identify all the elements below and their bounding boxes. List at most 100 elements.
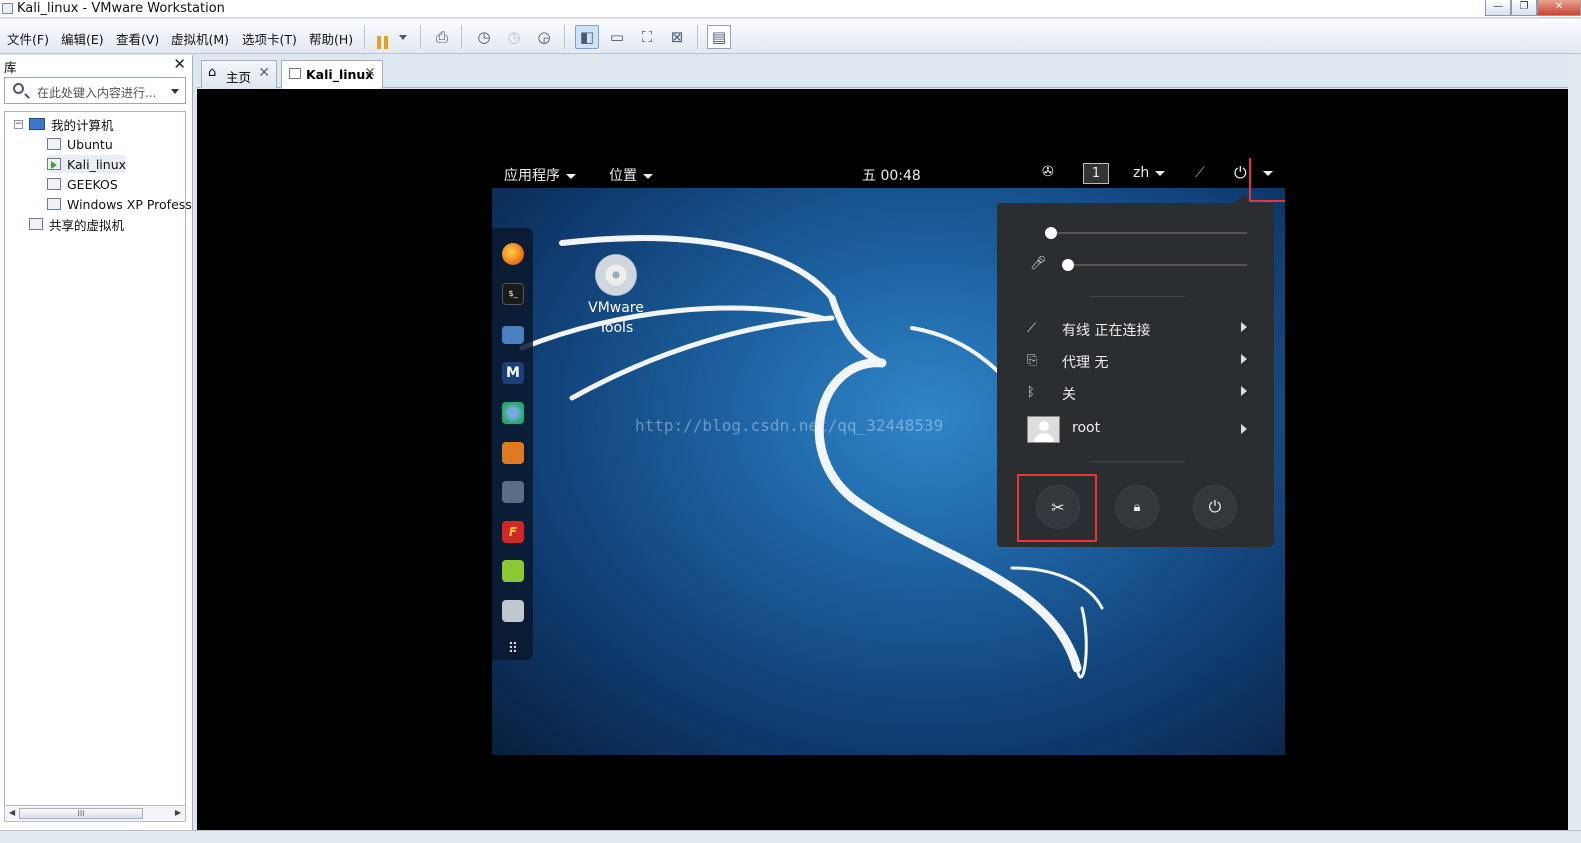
power-off-button[interactable]: ⏻ [1193,485,1237,529]
chevron-down-icon[interactable] [171,89,179,94]
vm-icon [47,138,61,150]
proxy-label: 代理 无 [1062,355,1109,371]
gnome-top-bar: 应用程序 位置 五 00:48 ✇ 1 zh ⟋ ⏻ [492,158,1285,188]
chevron-right-icon [1241,322,1247,332]
tree-item-label: 我的计算机 [51,117,114,133]
tree-item-my-computer[interactable]: 我的计算机 [29,115,114,133]
close-tab-icon[interactable]: ✕ [364,65,376,81]
tree-item-geekos[interactable]: GEEKOS [47,175,118,193]
pause-button[interactable] [372,25,412,49]
restore-button[interactable]: ❐ [1511,0,1537,16]
microphone-slider-knob[interactable] [1062,259,1074,271]
places-menu[interactable]: 位置 [609,165,653,185]
console-view-button[interactable]: ▤ [707,25,731,49]
vmware-logo-icon [2,3,13,14]
running-vm-icon [47,158,61,170]
burpsuite-icon[interactable] [502,442,524,464]
toolbar-separator [564,25,565,49]
faraday-icon[interactable]: F [502,521,524,543]
bluetooth-item[interactable]: ᛒ 关 [1027,383,1247,405]
tree-item-label: 共享的虚拟机 [49,217,125,233]
terminal-icon[interactable]: $_ [502,283,524,305]
thumbnail-bar-button[interactable]: ▭ [605,25,629,49]
tree-item-windows-xp[interactable]: Windows XP Profess [47,195,192,213]
menu-vm[interactable]: 虚拟机(M) [171,29,229,48]
toolbar-separator [697,25,698,49]
menu-help[interactable]: 帮助(H) [309,29,353,48]
volume-slider-knob[interactable] [1045,227,1057,239]
minimize-button[interactable]: — [1485,0,1511,16]
power-icon: ⏻ [1208,497,1222,516]
microphone-slider[interactable] [1064,264,1247,266]
scrollbar-thumb[interactable]: III [19,808,143,819]
wired-network-label: 有线 正在连接 [1062,323,1151,339]
library-header: 库 ✕ [0,55,193,75]
applications-menu[interactable]: 应用程序 [504,165,576,185]
window-title: Kali_linux - VMware Workstation [17,1,225,16]
user-item[interactable]: root [1027,416,1247,444]
desktop-icon-label-line2: Tools [598,320,634,336]
menu-tabs[interactable]: 选项卡(T) [242,29,297,48]
tree-item-kali-linux[interactable]: Kali_linux [47,155,127,173]
menu-view[interactable]: 查看(V) [116,29,159,48]
clock[interactable]: 五 00:48 [862,165,921,185]
bluetooth-label: 关 [1062,387,1076,403]
status-bar [0,830,1581,843]
chevron-down-icon [643,173,653,179]
unity-button[interactable]: ⊠ [665,25,689,49]
vm-tree: − 我的计算机 Ubuntu Kali_linux GEEKOS Windows… [4,111,192,812]
scroll-right-icon[interactable]: ▶ [175,808,181,817]
menu-file[interactable]: 文件(F) [7,29,49,48]
wired-network-item[interactable]: ⟋ 有线 正在连接 [1027,319,1247,341]
metasploit-icon[interactable]: M [502,362,524,384]
tree-item-label: Windows XP Profess [67,196,192,212]
maltego-icon[interactable] [502,481,524,503]
scroll-left-icon[interactable]: ◀ [9,808,15,817]
tab-home[interactable]: ⌂ 主页 ✕ [201,60,277,88]
snapshot-manager-button[interactable]: ◶ [532,25,556,49]
armitage-icon[interactable] [502,402,524,424]
avatar-head [1039,421,1049,431]
tab-kali-linux[interactable]: Kali_linux ✕ [281,60,383,89]
menu-edit[interactable]: 编辑(E) [61,29,104,48]
send-ctrl-alt-del-button[interactable]: ⎙ [430,25,454,49]
close-window-button[interactable]: ✕ [1537,0,1581,16]
volume-slider[interactable] [1047,232,1247,234]
collapse-icon[interactable]: − [14,120,23,129]
title-bar: Kali_linux - VMware Workstation — ❐ ✕ [0,0,1581,18]
snapshot-button[interactable]: ◷ [472,25,496,49]
tree-item-shared-vms[interactable]: 共享的虚拟机 [29,215,124,233]
proxy-item[interactable]: ⎘ 代理 无 [1027,351,1247,373]
lock-button[interactable]: 🔒︎ [1115,485,1159,529]
camera-icon[interactable]: ✇ [1042,164,1054,180]
chevron-right-icon [1241,354,1247,364]
vm-icon [47,178,61,190]
firefox-icon[interactable] [502,243,524,265]
vm-icon [289,68,301,79]
library-horizontal-scrollbar[interactable]: ◀ III ▶ [4,805,186,822]
network-icon[interactable]: ⟋ [1195,165,1205,181]
proxy-icon: ⎘ [1027,353,1038,368]
desktop-icon-label-line1: VMware [588,300,644,316]
close-tab-icon[interactable]: ✕ [258,65,270,81]
search-input[interactable]: 在此处键入内容进行... [37,84,156,101]
show-library-button[interactable]: ◧ [575,25,599,49]
watermark: http://blog.csdn.net/qq_32448539 [635,416,944,435]
close-icon[interactable]: ✕ [173,55,186,73]
workspace-indicator[interactable]: 1 [1083,163,1109,184]
avatar [1027,416,1060,443]
library-search[interactable]: 在此处键入内容进行... [4,77,186,104]
desktop-icon-vmware-tools[interactable]: VMware Tools [585,254,647,338]
tab-label: 主页 [226,70,252,85]
full-screen-button[interactable]: ⛶ [635,25,659,49]
power-icon[interactable]: ⏻ [1234,163,1247,183]
tree-item-ubuntu[interactable]: Ubuntu [47,135,113,153]
leafpad-icon[interactable] [502,560,524,582]
language-selector[interactable]: zh [1133,165,1166,181]
guest-screen[interactable]: 应用程序 位置 五 00:48 ✇ 1 zh ⟋ ⏻ $_ M F ⠿ VMwa… [492,158,1285,755]
volume-icon: ♪ [1027,225,1035,239]
cherrytree-icon[interactable] [502,600,524,622]
files-icon[interactable] [502,326,524,344]
revert-snapshot-button[interactable]: ◷ [502,25,526,49]
show-applications-icon[interactable]: ⠿ [502,638,524,660]
